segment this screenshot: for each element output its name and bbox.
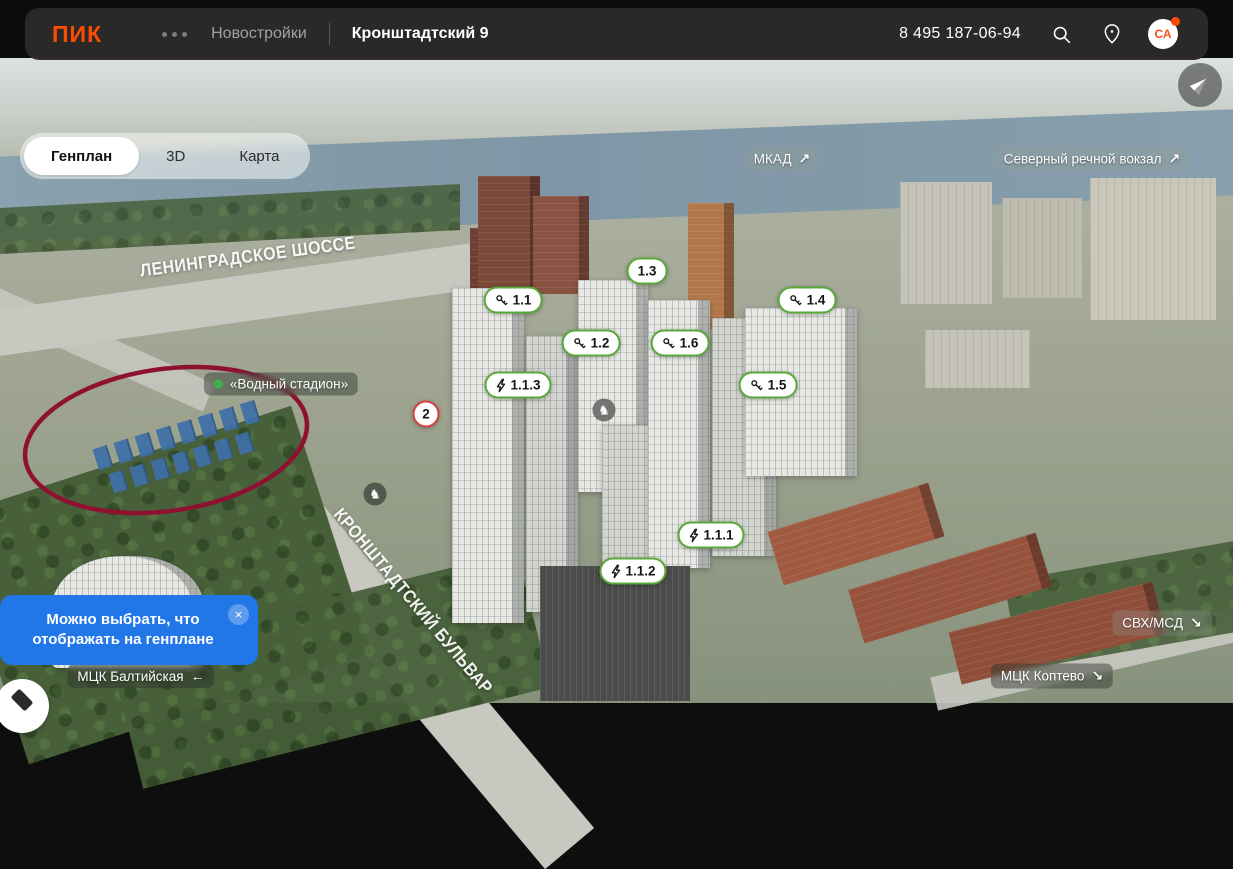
marker-label: 1.3: [637, 263, 657, 279]
lightning-icon: [689, 528, 699, 542]
compass-needle-icon: [1189, 78, 1207, 96]
marker-label: 1.2: [590, 335, 610, 351]
phone-number[interactable]: 8 495 187-06-94: [899, 25, 1021, 43]
arrow-down-right-icon: ↘: [1091, 667, 1104, 684]
keys-icon: [574, 337, 586, 348]
marker-label: 2: [422, 406, 430, 422]
arrow-down-right-icon: ↘: [1190, 614, 1202, 631]
location-pin-icon[interactable]: [1102, 23, 1122, 45]
keys-icon: [751, 379, 763, 390]
building: [900, 182, 992, 304]
building-marker-1-3[interactable]: 1.3: [626, 257, 668, 285]
building: [1090, 178, 1216, 320]
tab-genplan[interactable]: Генплан: [24, 137, 140, 175]
nav-novostroyki[interactable]: Новостройки: [211, 25, 307, 43]
building: [925, 330, 1030, 388]
lightning-icon: [496, 378, 506, 392]
label-mck-koptevo: МЦК Коптево ↘: [990, 663, 1114, 689]
building-marker-1-1[interactable]: 1.1: [483, 286, 543, 314]
view-switcher: Генплан 3D Карта: [20, 133, 311, 179]
arrow-left-icon: ←: [190, 668, 205, 684]
marker-label: 1.1.2: [625, 563, 656, 579]
tab-3d[interactable]: 3D: [139, 137, 212, 175]
metro-dot-icon: [213, 379, 223, 389]
marker-label: 1.4: [806, 292, 826, 308]
search-icon[interactable]: [1051, 24, 1072, 45]
notification-dot: [1171, 17, 1180, 26]
building-marker-1-1-1[interactable]: 1.1.1: [677, 521, 745, 549]
label-mck-baltiyskaya: МЦК Балтийская ←: [67, 664, 215, 688]
building: [540, 566, 690, 701]
keys-icon: [663, 337, 675, 348]
building-marker-1-2[interactable]: 1.2: [561, 329, 621, 357]
building: [1002, 198, 1082, 298]
header-divider: [328, 23, 330, 45]
keys-icon: [790, 294, 802, 305]
marker-label: 1.6: [679, 335, 699, 351]
building: [478, 176, 540, 292]
marker-label: 1.1.1: [703, 527, 734, 543]
label-severny-rechnoy-vokzal: Северный речной вокзал ↗: [993, 146, 1191, 172]
building-marker-1-5[interactable]: 1.5: [738, 371, 798, 399]
playground-horse-icon[interactable]: ♞: [363, 482, 387, 506]
menu-dots-icon[interactable]: [162, 31, 188, 37]
project-title: Кронштадтский 9: [351, 25, 489, 42]
building-marker-1-1-3[interactable]: 1.1.3: [484, 371, 552, 399]
marker-label: 1.5: [767, 377, 787, 393]
tooltip-text: Можно выбрать, что отображать на генплан…: [32, 611, 214, 648]
genplan-hint-tooltip: Можно выбрать, что отображать на генплан…: [0, 595, 258, 665]
playground-horse-icon[interactable]: ♞: [592, 398, 616, 422]
label-mkad: МКАД ↗: [743, 146, 821, 172]
avatar[interactable]: СА: [1148, 17, 1180, 49]
tab-karta[interactable]: Карта: [212, 137, 306, 175]
compass-button[interactable]: [1178, 63, 1222, 107]
label-metro-vodny-stadion: «Водный стадион»: [203, 372, 359, 396]
arrow-up-right-icon: ↗: [798, 150, 811, 167]
building-marker-1-6[interactable]: 1.6: [650, 329, 710, 357]
marker-label: 1.1: [512, 292, 532, 308]
layers-icon: [10, 688, 34, 712]
building-marker-1-4[interactable]: 1.4: [777, 286, 837, 314]
arrow-up-right-icon: ↗: [1168, 150, 1181, 167]
building-marker-1-1-2[interactable]: 1.1.2: [599, 557, 667, 585]
pik-logo[interactable]: ПИК: [52, 21, 102, 48]
building-marker-2[interactable]: 2: [412, 400, 440, 428]
avatar-initials: СА: [1154, 27, 1172, 41]
lightning-icon: [611, 564, 621, 578]
header-bar: ПИК Новостройки Кронштадтский 9 8 495 18…: [25, 8, 1208, 60]
close-icon[interactable]: ×: [228, 604, 249, 625]
tower: [452, 288, 524, 623]
label-svh-msd: СВХ/МСД ↘: [1112, 610, 1212, 636]
marker-label: 1.1.3: [510, 377, 541, 393]
keys-icon: [496, 294, 508, 305]
